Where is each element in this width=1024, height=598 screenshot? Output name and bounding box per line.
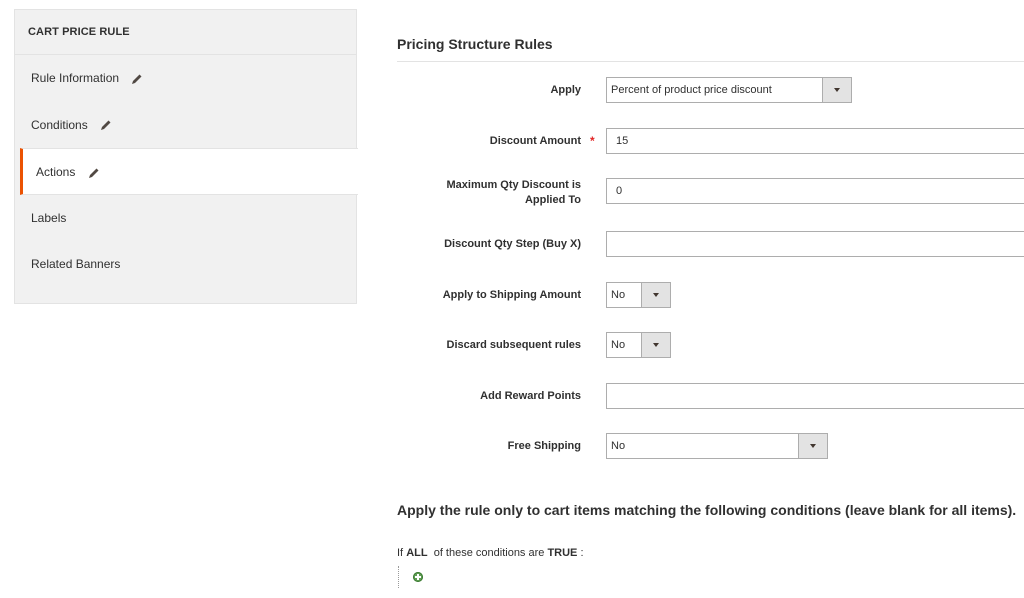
discard-rules-value: No: [611, 339, 626, 351]
required-asterisk: *: [590, 134, 595, 148]
discount-amount-label: Discount Amount: [489, 135, 581, 147]
sidebar-item-related-banners[interactable]: Related Banners: [15, 241, 356, 288]
max-qty-label: Maximum Qty Discount is Applied To: [411, 178, 581, 208]
sidebar-panel: CART PRICE RULE Rule Information Conditi…: [14, 9, 358, 304]
conditions-middle: of these conditions are: [433, 547, 545, 559]
qty-step-input[interactable]: [606, 231, 1024, 257]
add-condition-icon[interactable]: [413, 572, 423, 582]
sidebar-item-labels[interactable]: Labels: [15, 195, 356, 242]
sidebar-item-label: Labels: [31, 210, 67, 225]
apply-shipping-select[interactable]: No: [606, 282, 671, 308]
conditions-statement: If ALL of these conditions are TRUE :: [397, 547, 584, 559]
sidebar-item-actions[interactable]: Actions: [20, 148, 358, 195]
sidebar-item-label: Actions: [36, 165, 76, 179]
sidebar-item-rule-information[interactable]: Rule Information: [15, 55, 356, 102]
pencil-icon: [100, 119, 112, 131]
pencil-icon: [88, 167, 100, 179]
aggregator-link[interactable]: ALL: [406, 547, 427, 559]
conditions-title: Apply the rule only to cart items matchi…: [397, 502, 1017, 518]
sidebar-item-conditions[interactable]: Conditions: [15, 102, 356, 149]
sidebar-item-label: Conditions: [31, 117, 88, 132]
apply-label: Apply: [550, 84, 581, 96]
apply-shipping-label: Apply to Shipping Amount: [442, 289, 581, 301]
apply-shipping-value: No: [611, 289, 626, 301]
max-qty-input[interactable]: [606, 178, 1024, 204]
discard-rules-label: Discard subsequent rules: [446, 339, 582, 351]
discount-amount-input[interactable]: [606, 128, 1024, 154]
sidebar-item-label: Related Banners: [31, 257, 121, 271]
apply-select[interactable]: Percent of product price discount: [606, 77, 852, 103]
conditions-tree-line: [398, 566, 400, 588]
max-qty-label-line2: Applied To: [524, 194, 581, 206]
section-divider: [397, 61, 1024, 62]
free-shipping-select[interactable]: No: [606, 433, 828, 459]
sidebar-title: CART PRICE RULE: [15, 10, 356, 55]
sidebar-item-label: Rule Information: [31, 71, 120, 85]
conditions-prefix: If: [397, 547, 404, 559]
value-link[interactable]: TRUE: [547, 547, 577, 559]
qty-step-label: Discount Qty Step (Buy X): [444, 238, 581, 250]
reward-points-input[interactable]: [606, 383, 1024, 409]
chevron-down-icon: [822, 78, 851, 102]
free-shipping-value: No: [611, 440, 626, 452]
reward-points-label: Add Reward Points: [480, 390, 581, 402]
apply-select-value: Percent of product price discount: [611, 84, 772, 96]
conditions-suffix: :: [580, 547, 584, 559]
free-shipping-label: Free Shipping: [507, 440, 581, 452]
chevron-down-icon: [641, 283, 670, 307]
chevron-down-icon: [641, 333, 670, 357]
max-qty-label-line1: Maximum Qty Discount is: [446, 179, 581, 191]
chevron-down-icon: [798, 434, 827, 458]
discard-rules-select[interactable]: No: [606, 332, 671, 358]
pencil-icon: [131, 73, 143, 85]
section-title-pricing: Pricing Structure Rules: [397, 36, 553, 52]
